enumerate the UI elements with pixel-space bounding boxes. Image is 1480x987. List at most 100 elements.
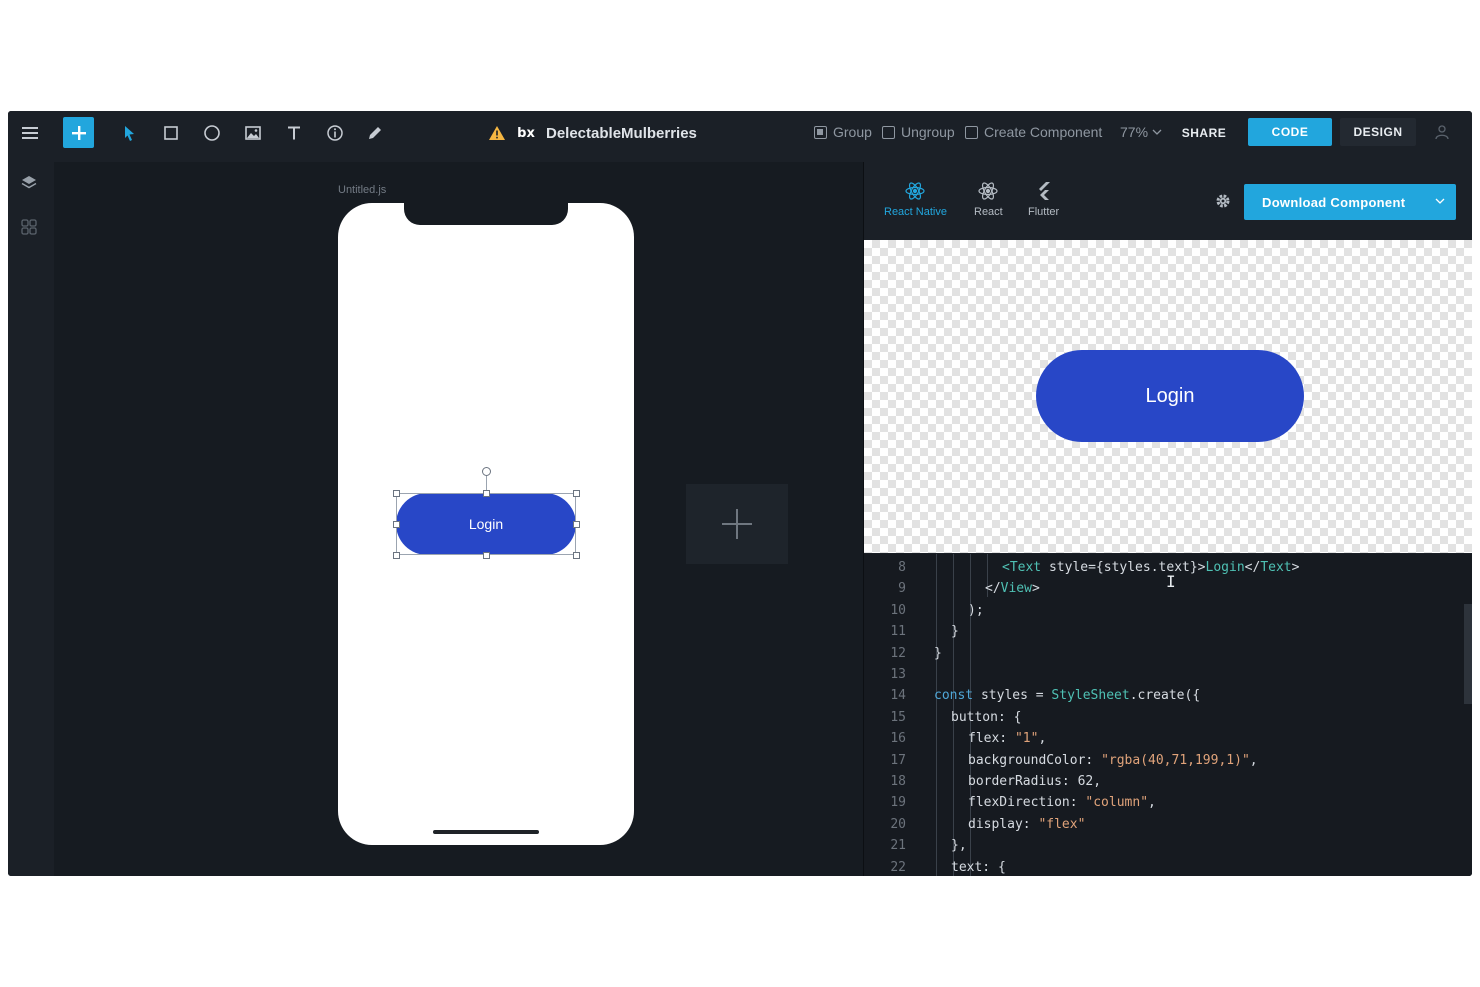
tab-flutter[interactable]: Flutter — [1028, 180, 1059, 218]
resize-handle-s[interactable] — [483, 552, 490, 559]
tab-flutter-label: Flutter — [1028, 206, 1060, 218]
line-number: 21 — [890, 838, 906, 854]
group-icon — [814, 125, 827, 139]
info-icon[interactable] — [321, 119, 349, 147]
code-panel: React Native React Flutter Download Comp… — [863, 162, 1472, 876]
code-scrollbar[interactable] — [1464, 604, 1472, 704]
artboard-name[interactable]: Untitled.js — [338, 184, 386, 196]
zoom-select[interactable]: 77% — [1120, 121, 1162, 143]
line-number: 20 — [890, 816, 906, 832]
ungroup-icon — [882, 125, 895, 139]
code-mode-button[interactable]: CODE — [1248, 118, 1332, 146]
code-text: } — [951, 624, 959, 640]
rectangle-icon[interactable] — [157, 119, 185, 147]
design-canvas[interactable]: Untitled.js Login — [54, 162, 863, 876]
line-number: 12 — [890, 645, 906, 661]
share-button[interactable]: SHARE — [1174, 120, 1234, 146]
resize-handle-n[interactable] — [483, 490, 490, 497]
line-number: 9 — [898, 581, 906, 597]
group-label: Group — [833, 124, 872, 140]
chevron-down-icon — [1152, 129, 1162, 135]
download-component-label: Download Component — [1262, 194, 1406, 210]
components-icon[interactable] — [18, 216, 40, 238]
design-mode-button[interactable]: DESIGN — [1340, 118, 1416, 146]
create-component-button[interactable]: Create Component — [965, 121, 1102, 143]
zoom-value: 77% — [1120, 124, 1149, 140]
line-number: 19 — [890, 795, 906, 811]
ungroup-label: Ungroup — [901, 124, 955, 140]
image-icon[interactable] — [239, 119, 267, 147]
tab-react[interactable]: React — [974, 180, 1003, 218]
code-text: button: { — [951, 709, 1022, 725]
code-text: }, — [951, 838, 967, 854]
resize-handle-se[interactable] — [573, 552, 580, 559]
code-text: const styles = StyleSheet.create({ — [934, 688, 1201, 704]
code-editor[interactable]: 8 <Text style={styles.text}>Login</Text> 9… — [864, 554, 1472, 876]
code-text: display: "flex" — [968, 816, 1086, 832]
code-text: } — [934, 645, 942, 661]
code-text: text: { — [951, 859, 1006, 875]
tab-react-label: React — [974, 206, 1003, 218]
plus-icon — [71, 125, 86, 140]
line-number: 17 — [890, 752, 906, 768]
line-number: 8 — [898, 560, 906, 575]
code-text: <Text style={styles.text}>Login</Text> — [1002, 560, 1300, 575]
home-indicator — [433, 830, 539, 834]
react-icon — [978, 182, 998, 200]
gear-icon[interactable] — [1214, 192, 1232, 210]
pen-icon[interactable] — [361, 119, 389, 147]
text-cursor-icon: I — [1166, 572, 1176, 591]
text-icon[interactable] — [280, 119, 308, 147]
code-text: borderRadius: 62, — [968, 774, 1102, 789]
menu-icon[interactable] — [16, 119, 44, 147]
left-rail — [8, 162, 54, 876]
app-logo: bx — [517, 125, 535, 141]
line-number: 22 — [890, 859, 906, 875]
ungroup-button[interactable]: Ungroup — [882, 121, 955, 143]
react-icon — [905, 182, 926, 200]
document-title-area: bx DelectableMulberries — [488, 119, 697, 147]
create-component-label: Create Component — [984, 124, 1103, 140]
layers-icon[interactable] — [18, 172, 40, 194]
resize-handle-sw[interactable] — [393, 552, 400, 559]
line-number: 14 — [890, 688, 906, 704]
tab-react-native-label: React Native — [884, 206, 947, 218]
login-button[interactable]: Login — [396, 493, 576, 555]
line-number: 15 — [890, 709, 906, 725]
top-toolbar: bx DelectableMulberries Group Ungroup Cr… — [8, 111, 1472, 163]
indent-guide — [936, 554, 937, 876]
code-text: flexDirection: "column", — [968, 795, 1156, 811]
line-number: 11 — [890, 624, 906, 640]
chevron-down-icon[interactable] — [1434, 195, 1446, 207]
warning-icon[interactable] — [488, 125, 506, 141]
line-number: 18 — [890, 774, 906, 789]
resize-handle-nw[interactable] — [393, 490, 400, 497]
tab-react-native[interactable]: React Native — [884, 180, 947, 218]
preview-login-button[interactable]: Login — [1036, 350, 1304, 442]
line-number: 13 — [890, 667, 906, 682]
line-number: 10 — [890, 602, 906, 618]
phone-notch — [404, 199, 568, 225]
plus-icon — [722, 509, 752, 539]
document-title[interactable]: DelectableMulberries — [546, 125, 697, 142]
pointer-icon[interactable] — [115, 119, 143, 147]
add-artboard-button[interactable] — [686, 484, 788, 564]
resize-handle-ne[interactable] — [573, 490, 580, 497]
add-button[interactable] — [63, 117, 94, 148]
code-text: </View> — [985, 581, 1040, 597]
download-component-button[interactable]: Download Component — [1244, 184, 1456, 220]
user-icon[interactable] — [1428, 118, 1456, 146]
app-window: bx DelectableMulberries Group Ungroup Cr… — [8, 111, 1472, 876]
component-preview: Login — [864, 240, 1472, 553]
ellipse-icon[interactable] — [198, 119, 226, 147]
code-text: flex: "1", — [968, 731, 1047, 747]
phone-artboard[interactable]: Login — [338, 199, 634, 845]
code-text: ); — [968, 602, 984, 618]
flutter-icon — [1038, 182, 1050, 200]
code-text: backgroundColor: "rgba(40,71,199,1)", — [968, 752, 1258, 768]
group-button[interactable]: Group — [814, 121, 872, 143]
resize-handle-e[interactable] — [573, 521, 580, 528]
component-icon — [965, 125, 978, 139]
resize-handle-w[interactable] — [393, 521, 400, 528]
rotate-handle[interactable] — [482, 467, 491, 476]
